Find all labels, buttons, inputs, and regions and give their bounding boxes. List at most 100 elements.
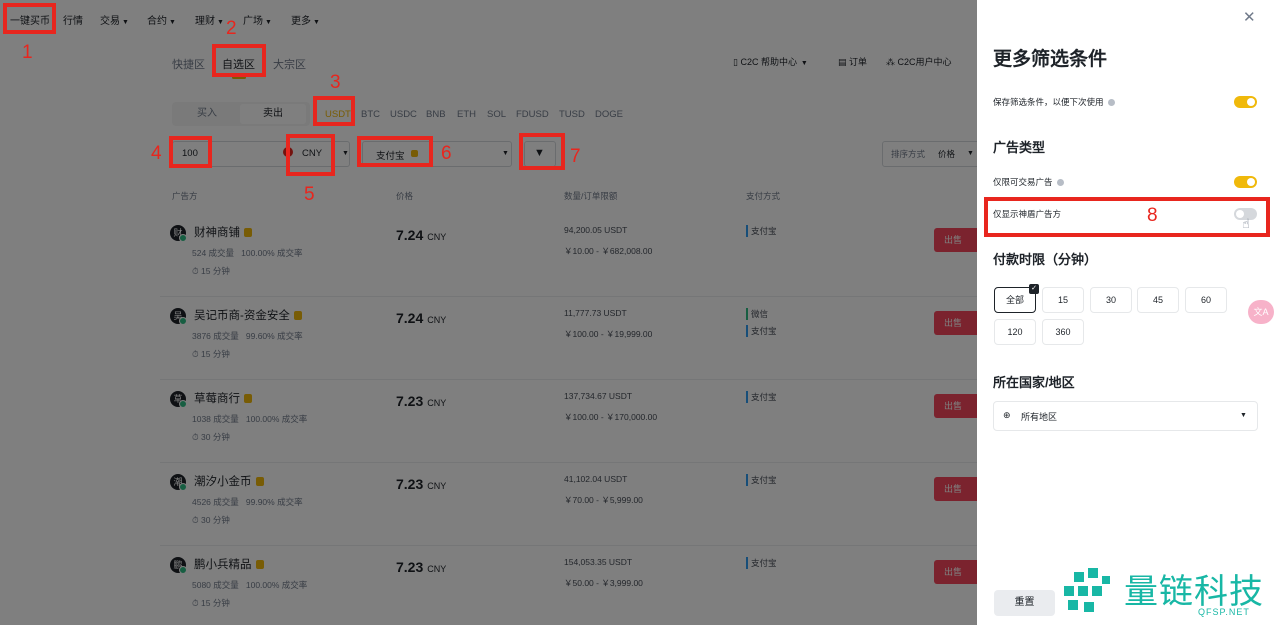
available-quantity: 137,734.67 USDT bbox=[564, 391, 633, 401]
user-center-label: C2C用户中心 bbox=[897, 57, 952, 67]
available-quantity: 41,102.04 USDT bbox=[564, 474, 628, 484]
save-filter-text: 保存筛选条件，以便下次使用 bbox=[993, 97, 1104, 107]
file-icon: ▤ bbox=[838, 57, 850, 67]
order-limit: ￥100.00 - ￥19,999.00 bbox=[564, 329, 653, 339]
nav-square[interactable]: 广场 ▼ bbox=[243, 12, 272, 27]
annotation-box bbox=[519, 133, 565, 170]
merchant-name[interactable]: 财神商铺 bbox=[194, 224, 252, 240]
nav-square-label: 广场 bbox=[243, 16, 263, 27]
nav-earn-label: 理财 bbox=[195, 16, 215, 27]
tradable-only-toggle[interactable] bbox=[1234, 176, 1257, 188]
table-row: 财 财神商铺 524 成交量 100.00% 成交率 ⏱ 15 分钟 7.24 C… bbox=[160, 213, 987, 297]
help-center-label: C2C 帮助中心 bbox=[740, 57, 797, 67]
annotation-number: 5 bbox=[304, 184, 315, 205]
order-limit: ￥50.00 - ￥3,999.00 bbox=[564, 578, 643, 588]
sort-select[interactable]: 排序方式 价格 ▼ bbox=[882, 141, 984, 167]
nav-earn[interactable]: 理财 ▼ bbox=[195, 12, 224, 27]
coin-usdc[interactable]: USDC bbox=[390, 109, 417, 120]
coin-bnb[interactable]: BNB bbox=[426, 109, 446, 120]
coin-tusd[interactable]: TUSD bbox=[559, 109, 585, 120]
pay-time-value: 15 分钟 bbox=[201, 266, 230, 276]
region-value: 所有地区 bbox=[1021, 412, 1058, 422]
time-option-15[interactable]: 15 bbox=[1042, 287, 1084, 313]
payment-method: 支付宝 bbox=[746, 557, 777, 569]
merchant-name-text: 吴记币商-资金安全 bbox=[194, 310, 290, 322]
coin-doge[interactable]: DOGE bbox=[595, 109, 623, 120]
time-option-360[interactable]: 360 bbox=[1042, 319, 1084, 345]
sell-tab[interactable]: 卖出 bbox=[240, 104, 306, 124]
annotation-box bbox=[3, 3, 56, 34]
orders-link[interactable]: ▤ 订单 bbox=[838, 55, 867, 68]
completion-rate: 99.90% 成交率 bbox=[245, 497, 303, 507]
avatar: 草 bbox=[170, 391, 187, 408]
merchant-name[interactable]: 草莓商行 bbox=[194, 390, 252, 406]
time-option-120[interactable]: 120 bbox=[994, 319, 1036, 345]
chevron-down-icon: ▼ bbox=[342, 150, 349, 157]
available-quantity: 94,200.05 USDT bbox=[564, 225, 628, 235]
price: 7.24 CNY bbox=[396, 227, 446, 243]
nav-futures-label: 合约 bbox=[147, 16, 167, 27]
payment-method: 支付宝 bbox=[746, 474, 777, 486]
tab-block-zone[interactable]: 大宗区 bbox=[273, 56, 306, 72]
save-filter-label: 保存筛选条件，以便下次使用 bbox=[993, 96, 1115, 108]
chevron-down-icon: ▼ bbox=[169, 19, 176, 26]
help-center-link[interactable]: ▯ C2C 帮助中心 ▼ bbox=[733, 55, 808, 68]
check-icon: ✓ bbox=[1029, 284, 1039, 294]
orders-label: 订单 bbox=[849, 57, 868, 67]
user-center-link[interactable]: ⁂ C2C用户中心 bbox=[886, 55, 952, 68]
nav-more-label: 更多 bbox=[291, 16, 311, 27]
merchant-name[interactable]: 吴记币商-资金安全 bbox=[194, 307, 302, 323]
merchant-name[interactable]: 鹏小兵精品 bbox=[194, 556, 264, 572]
close-icon[interactable]: ✕ bbox=[1243, 8, 1256, 26]
chat-helper-icon[interactable]: 文A bbox=[1248, 300, 1274, 324]
user-group-icon: ⁂ bbox=[886, 57, 898, 67]
verified-badge-icon bbox=[244, 228, 252, 238]
pay-time: ⏱ 15 分钟 bbox=[192, 348, 230, 360]
time-option-30[interactable]: 30 bbox=[1090, 287, 1132, 313]
nav-markets[interactable]: 行情 bbox=[63, 12, 83, 27]
time-option-all[interactable]: 全部 ✓ bbox=[994, 284, 1039, 313]
verified-badge-icon bbox=[255, 477, 264, 487]
payment-method: 支付宝 bbox=[746, 225, 777, 237]
nav-futures[interactable]: 合约 ▼ bbox=[147, 12, 176, 27]
reset-button[interactable]: 重置 bbox=[994, 590, 1055, 616]
clock-icon: ⏱ bbox=[192, 266, 201, 276]
pay-time-value: 30 分钟 bbox=[201, 432, 230, 442]
order-limit: ￥10.00 - ￥682,008.00 bbox=[564, 246, 653, 256]
price-currency: CNY bbox=[427, 481, 447, 491]
payment-method: 支付宝 bbox=[746, 391, 777, 403]
completion-rate: 100.00% 成交率 bbox=[241, 248, 303, 258]
coin-fdusd[interactable]: FDUSD bbox=[516, 109, 549, 120]
completion-rate: 100.00% 成交率 bbox=[245, 414, 308, 424]
verified-badge-icon bbox=[293, 311, 302, 321]
avatar: 潮 bbox=[170, 474, 187, 491]
globe-icon: ⊕ bbox=[1003, 410, 1011, 420]
price-value: 7.23 bbox=[396, 559, 424, 575]
annotation-box bbox=[286, 134, 335, 176]
region-heading: 所在国家/地区 bbox=[993, 375, 1075, 390]
coin-btc[interactable]: BTC bbox=[361, 109, 380, 120]
time-option-45[interactable]: 45 bbox=[1137, 287, 1179, 313]
available-quantity: 154,053.35 USDT bbox=[564, 557, 633, 567]
tab-express-zone[interactable]: 快捷区 bbox=[172, 56, 205, 72]
clock-icon: ⏱ bbox=[192, 515, 201, 525]
watermark-logo-icon bbox=[1064, 568, 1110, 612]
order-count: 4526 成交量 bbox=[192, 497, 239, 507]
chevron-down-icon: ▼ bbox=[217, 19, 224, 26]
nav-more[interactable]: 更多 ▼ bbox=[291, 12, 320, 27]
drawer-title: 更多筛选条件 bbox=[993, 49, 1108, 70]
order-count: 524 成交量 bbox=[192, 248, 235, 258]
coin-eth[interactable]: ETH bbox=[457, 109, 476, 120]
save-filter-toggle[interactable] bbox=[1234, 96, 1257, 108]
time-option-60[interactable]: 60 bbox=[1185, 287, 1227, 313]
merchant-name[interactable]: 潮汐小金币 bbox=[194, 473, 264, 489]
annotation-box bbox=[984, 197, 1270, 237]
chevron-down-icon: ▼ bbox=[122, 19, 129, 26]
watermark-url: QFSP.NET bbox=[1198, 607, 1250, 617]
col-advertiser: 广告方 bbox=[172, 191, 198, 201]
nav-trade[interactable]: 交易 ▼ bbox=[100, 12, 129, 27]
coin-sol[interactable]: SOL bbox=[487, 109, 506, 120]
buy-tab[interactable]: 买入 bbox=[174, 104, 240, 124]
region-select[interactable]: ⊕ 所有地区 ▼ bbox=[993, 401, 1258, 431]
sort-label: 排序方式 bbox=[891, 149, 926, 159]
